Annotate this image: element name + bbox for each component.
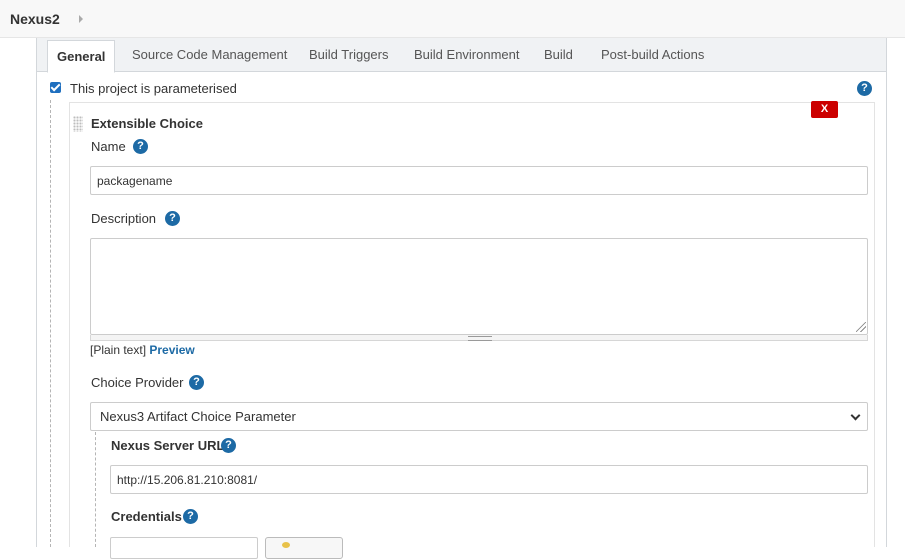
tab-build-triggers[interactable]: Build Triggers (309, 38, 388, 72)
key-icon (282, 542, 290, 548)
nexus-url-label: Nexus Server URL (111, 438, 225, 453)
format-info: [Plain text] Preview (90, 343, 195, 357)
help-icon[interactable]: ? (857, 81, 872, 96)
description-label: Description (91, 211, 157, 226)
breadcrumb-bar: Nexus2 (0, 0, 905, 38)
tab-build[interactable]: Build (544, 38, 573, 72)
tab-general[interactable]: General (47, 40, 116, 73)
textarea-grip-bar[interactable] (90, 335, 868, 341)
tab-build-environment[interactable]: Build Environment (414, 38, 520, 72)
nexus-url-input[interactable] (110, 465, 868, 494)
help-icon[interactable]: ? (133, 139, 148, 154)
add-credentials-button[interactable] (265, 537, 343, 559)
help-icon[interactable]: ? (165, 211, 180, 226)
format-prefix: [Plain text] (90, 343, 147, 357)
choice-provider-select[interactable]: Nexus3 Artifact Choice Parameter (90, 402, 868, 431)
tab-bar: General Source Code Management Build Tri… (37, 38, 886, 73)
drag-handle-icon[interactable] (73, 116, 83, 132)
description-textarea[interactable] (90, 238, 868, 335)
choice-provider-label: Choice Provider (91, 375, 184, 390)
section-guide-line (50, 100, 51, 547)
choice-provider-value: Nexus3 Artifact Choice Parameter (100, 409, 296, 424)
credentials-select[interactable] (110, 537, 258, 559)
credentials-label: Credentials (111, 509, 182, 524)
delete-parameter-button[interactable]: X (811, 101, 838, 118)
tab-source-code-management[interactable]: Source Code Management (132, 38, 287, 72)
preview-link[interactable]: Preview (149, 343, 194, 357)
resize-handle-icon[interactable] (856, 322, 866, 332)
name-label: Name (91, 139, 126, 154)
parameterised-label: This project is parameterised (70, 81, 237, 96)
breadcrumb-arrow-icon[interactable] (79, 15, 83, 23)
chevron-down-icon (850, 410, 861, 421)
parameter-type-title: Extensible Choice (91, 116, 203, 131)
parameterised-checkbox[interactable] (50, 82, 61, 93)
breadcrumb-project[interactable]: Nexus2 (10, 11, 60, 27)
name-input[interactable] (90, 166, 868, 195)
tab-post-build-actions[interactable]: Post-build Actions (601, 38, 704, 72)
help-icon[interactable]: ? (183, 509, 198, 524)
help-icon[interactable]: ? (221, 438, 236, 453)
help-icon[interactable]: ? (189, 375, 204, 390)
